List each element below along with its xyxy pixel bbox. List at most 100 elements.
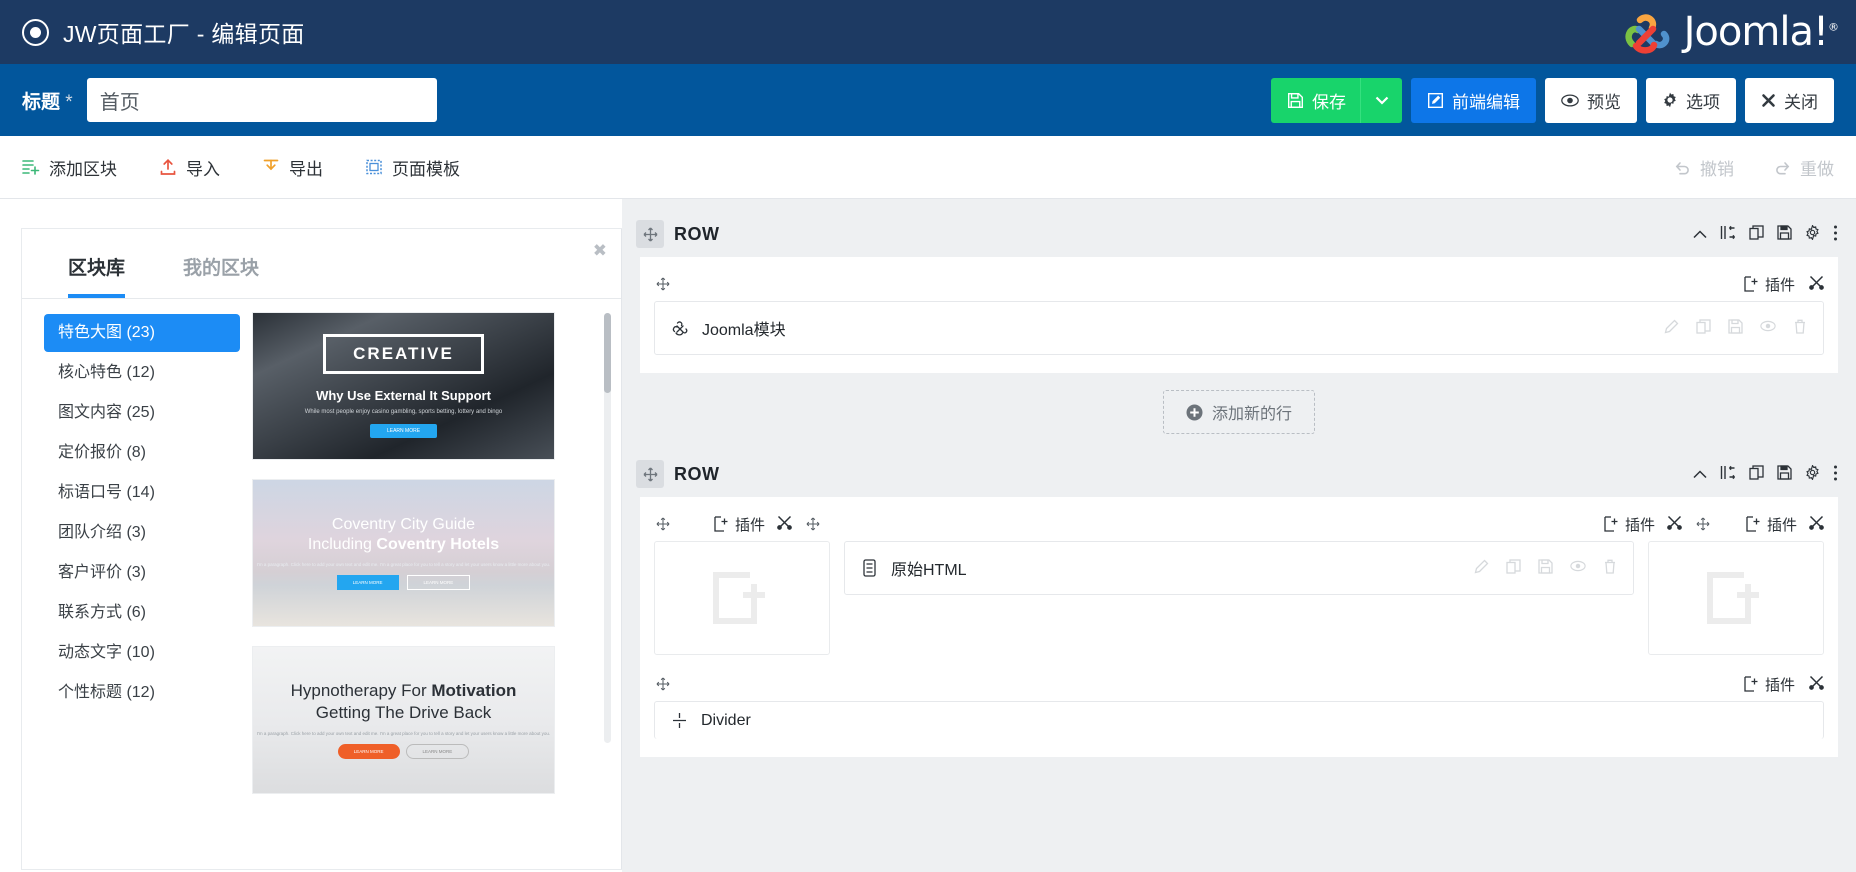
add-block-button[interactable]: 添加区块 [22, 155, 117, 180]
thumb-button-secondary: LEARN MORE [407, 575, 471, 590]
category-item-text-image[interactable]: 图文内容 (25) [44, 394, 240, 432]
widget-item[interactable]: Divider [654, 701, 1824, 739]
block-thumbnail[interactable]: Coventry City Guide Including Coventry H… [252, 479, 555, 627]
redo-button[interactable]: 重做 [1774, 155, 1834, 180]
more-vertical-icon[interactable] [1833, 225, 1838, 244]
front-edit-button[interactable]: 前端编辑 [1411, 78, 1536, 123]
duplicate-icon[interactable] [1749, 225, 1764, 243]
collapse-chevron-icon[interactable] [1693, 467, 1707, 482]
add-plugin-button[interactable]: 插件 [1746, 514, 1797, 535]
add-plugin-icon [714, 516, 729, 532]
thumbnail-scrollbar-thumb[interactable] [604, 313, 611, 393]
toolbar-right-group: 撤销 重做 [1674, 155, 1834, 180]
category-item-testimonials[interactable]: 客户评价 (3) [44, 554, 240, 592]
save-block-icon[interactable] [1777, 465, 1792, 483]
export-button[interactable]: 导出 [262, 155, 323, 180]
move-arrows-icon[interactable] [654, 275, 672, 293]
preview-label: 预览 [1587, 88, 1621, 113]
tab-my-blocks[interactable]: 我的区块 [183, 247, 259, 298]
thumb-line-1: Hypnotherapy For Motivation [291, 681, 517, 701]
library-body: 特色大图 (23) 核心特色 (12) 图文内容 (25) 定价报价 (8) 标… [22, 299, 621, 861]
save-dropdown-button[interactable] [1360, 78, 1402, 123]
save-block-icon[interactable] [1777, 225, 1792, 243]
import-upload-icon [159, 158, 177, 176]
category-item-slogan[interactable]: 标语口号 (14) [44, 474, 240, 512]
workspace: ✖ 区块库 我的区块 特色大图 (23) 核心特色 (12) 图文内容 (25)… [0, 199, 1856, 872]
tools-icon[interactable] [1809, 515, 1824, 533]
tools-icon[interactable] [1809, 275, 1824, 293]
add-plugin-button[interactable]: 插件 [1604, 514, 1655, 535]
collapse-chevron-icon[interactable] [1693, 227, 1707, 242]
thumb-line-2: Getting The Drive Back [316, 703, 491, 723]
column-with-widget: 原始HTML [844, 541, 1634, 655]
visibility-eye-icon[interactable] [1760, 319, 1776, 338]
empty-column-placeholder[interactable] [654, 541, 830, 655]
duplicate-icon[interactable] [1749, 465, 1764, 483]
top-bar-left: JW页面工厂 - 编辑页面 [22, 15, 305, 49]
add-plugin-button[interactable]: 插件 [1744, 674, 1795, 695]
tools-icon[interactable] [777, 515, 792, 533]
options-button[interactable]: 选项 [1646, 78, 1736, 123]
block-thumbnail[interactable]: CREATIVE Why Use External It Support Whi… [252, 312, 555, 460]
block-thumbnail[interactable]: Hypnotherapy For Motivation Getting The … [252, 646, 555, 794]
move-arrows-icon[interactable] [654, 675, 672, 693]
add-plugin-button[interactable]: 插件 [714, 514, 765, 535]
save-icon[interactable] [1728, 319, 1743, 338]
duplicate-icon[interactable] [1696, 319, 1711, 338]
thumb-paragraph: While most people enjoy casino gambling,… [305, 408, 502, 417]
thumb-paragraph: I'm a paragraph. Click here to add your … [257, 561, 550, 568]
trash-icon[interactable] [1603, 559, 1617, 578]
preview-button[interactable]: 预览 [1545, 78, 1637, 123]
category-item-headings[interactable]: 个性标题 (12) [44, 674, 240, 712]
column-layout-icon[interactable] [1720, 225, 1736, 243]
plugin-label: 插件 [1765, 274, 1795, 295]
gear-icon[interactable] [1805, 225, 1820, 243]
title-input[interactable] [87, 78, 437, 122]
column-layout-icon[interactable] [1720, 465, 1736, 483]
empty-column-placeholder[interactable] [1648, 541, 1824, 655]
widget-item[interactable]: Joomla模块 [654, 301, 1824, 355]
thumb-line-1: Coventry City Guide [332, 516, 475, 534]
block-thumbnail-list: CREATIVE Why Use External It Support Whi… [252, 299, 621, 861]
tools-icon[interactable] [1667, 515, 1682, 533]
import-button[interactable]: 导入 [159, 155, 220, 180]
block-library-panel: ✖ 区块库 我的区块 特色大图 (23) 核心特色 (12) 图文内容 (25)… [22, 229, 622, 869]
trash-icon[interactable] [1793, 319, 1807, 338]
save-icon[interactable] [1538, 559, 1553, 578]
duplicate-icon[interactable] [1506, 559, 1521, 578]
column-toolbar: 插件 [654, 667, 1824, 701]
close-icon[interactable]: ✖ [593, 241, 607, 261]
close-button[interactable]: 关闭 [1745, 78, 1834, 123]
joomla-wordmark: Joomla!® [1684, 9, 1838, 55]
add-new-row-label: 添加新的行 [1212, 400, 1292, 424]
move-arrows-icon[interactable] [1694, 515, 1712, 533]
move-arrows-icon[interactable] [636, 460, 664, 488]
move-arrows-icon[interactable] [636, 220, 664, 248]
add-new-row-button[interactable]: 添加新的行 [1163, 390, 1315, 434]
add-plugin-button[interactable]: 插件 [1744, 274, 1795, 295]
save-button[interactable]: 保存 [1271, 78, 1360, 123]
add-plugin-icon [1744, 676, 1759, 692]
category-item-contact[interactable]: 联系方式 (6) [44, 594, 240, 632]
visibility-eye-icon[interactable] [1570, 559, 1586, 578]
plus-circle-icon [1186, 404, 1203, 421]
category-item-featured-hero[interactable]: 特色大图 (23) [44, 314, 240, 352]
page-template-button[interactable]: 页面模板 [365, 155, 460, 180]
widget-item[interactable]: 原始HTML [844, 541, 1634, 595]
category-item-animated-text[interactable]: 动态文字 (10) [44, 634, 240, 672]
category-item-pricing[interactable]: 定价报价 (8) [44, 434, 240, 472]
thumb-badge: CREATIVE [323, 334, 484, 374]
category-item-core-features[interactable]: 核心特色 (12) [44, 354, 240, 392]
more-vertical-icon[interactable] [1833, 465, 1838, 484]
edit-pencil-icon[interactable] [1664, 319, 1679, 338]
edit-pencil-icon[interactable] [1474, 559, 1489, 578]
undo-button[interactable]: 撤销 [1674, 155, 1734, 180]
thumb-paragraph: I'm a paragraph. Click here to add your … [257, 730, 550, 737]
move-arrows-icon[interactable] [654, 515, 672, 533]
tab-block-library[interactable]: 区块库 [68, 247, 125, 298]
row-header: ROW [622, 451, 1856, 497]
category-item-team[interactable]: 团队介绍 (3) [44, 514, 240, 552]
move-arrows-icon[interactable] [804, 515, 822, 533]
gear-icon[interactable] [1805, 465, 1820, 483]
tools-icon[interactable] [1809, 675, 1824, 693]
